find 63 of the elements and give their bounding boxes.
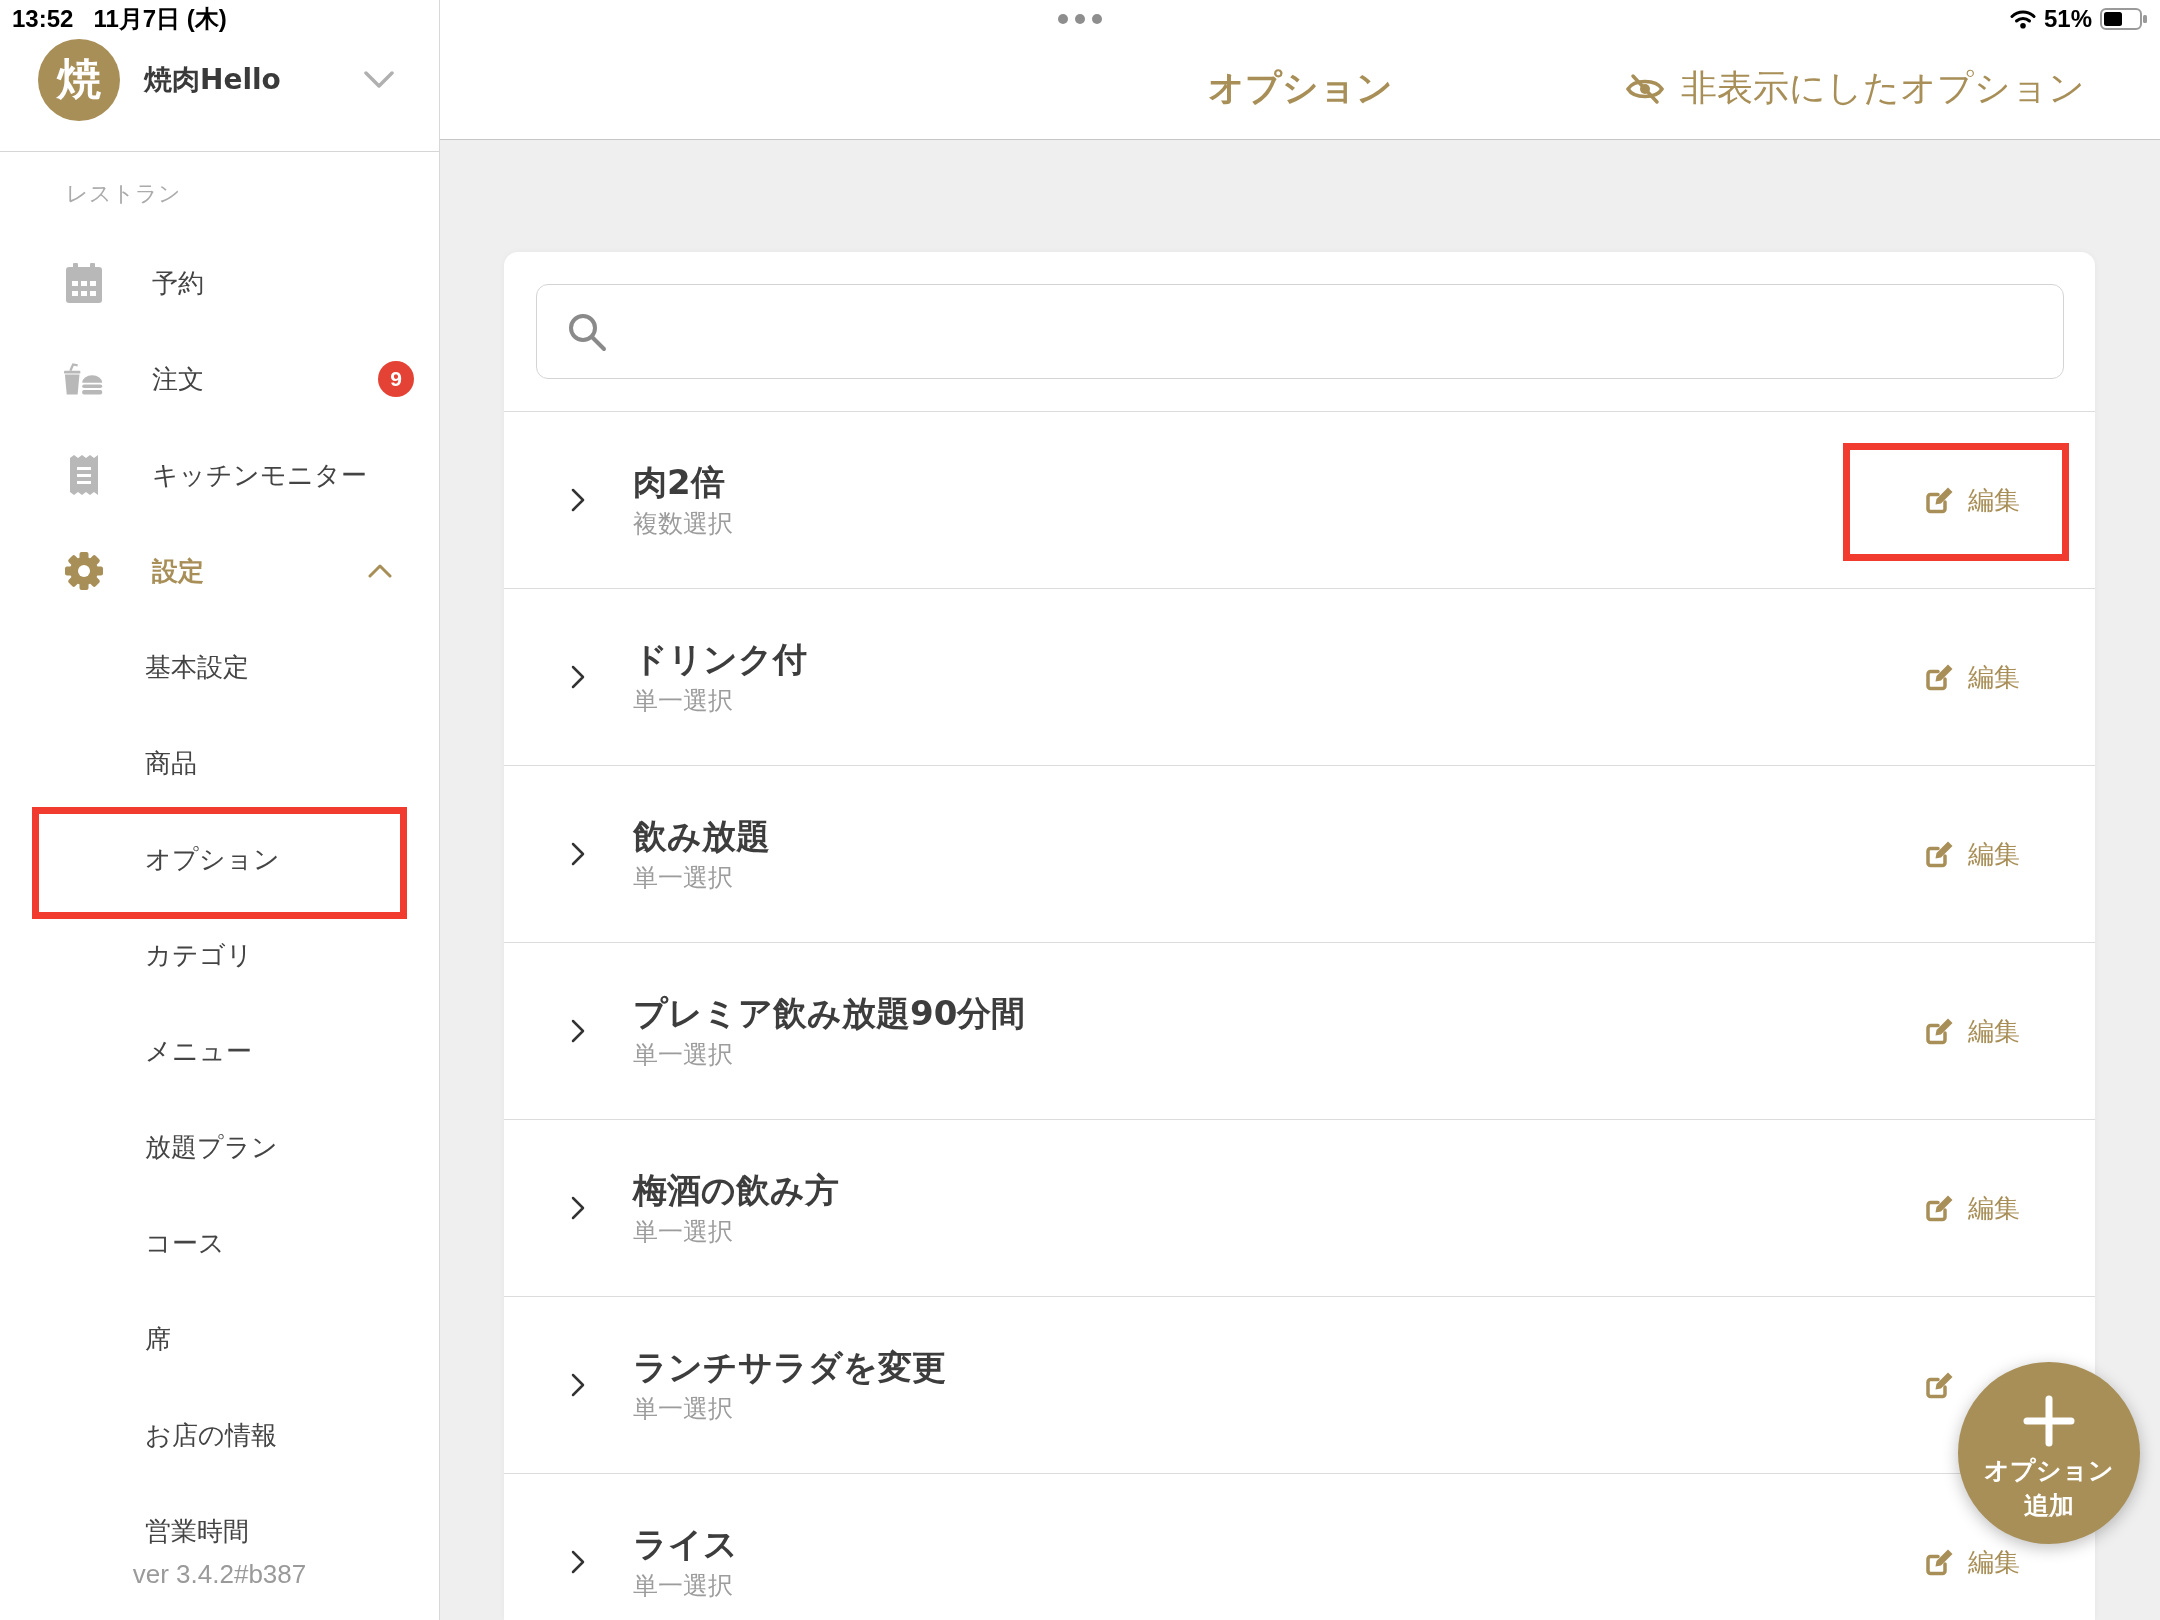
sidebar-subitem[interactable]: コース bbox=[145, 1225, 225, 1261]
edit-icon bbox=[1926, 663, 1954, 691]
battery-percent: 51% bbox=[2043, 5, 2092, 33]
edit-icon bbox=[1926, 1017, 1954, 1045]
sidebar-item[interactable]: 予約 bbox=[64, 263, 416, 303]
cup-and-burger-icon bbox=[64, 362, 104, 396]
option-name: ドリンク付 bbox=[633, 638, 807, 681]
status-time: 13:52 bbox=[12, 5, 74, 33]
search-icon bbox=[567, 311, 607, 352]
chevron-right-icon[interactable] bbox=[571, 1373, 585, 1397]
option-type: 単一選択 bbox=[633, 1393, 733, 1425]
option-type: 単一選択 bbox=[633, 685, 733, 717]
sidebar-subitem[interactable]: 商品 bbox=[145, 745, 197, 781]
option-type: 複数選択 bbox=[633, 508, 733, 540]
chevron-right-icon[interactable] bbox=[571, 488, 585, 512]
option-name: ライス bbox=[633, 1523, 738, 1566]
plus-icon bbox=[2023, 1395, 2075, 1447]
option-type: 単一選択 bbox=[633, 1570, 733, 1602]
search-field[interactable] bbox=[536, 284, 2064, 379]
chevron-icon[interactable] bbox=[368, 564, 392, 578]
chevron-right-icon[interactable] bbox=[571, 1550, 585, 1574]
sidebar-subitem[interactable]: オプション bbox=[145, 841, 280, 877]
sidebar-subitem[interactable]: 営業時間 bbox=[145, 1513, 249, 1549]
sidebar-subitem[interactable]: カテゴリ bbox=[145, 937, 253, 973]
edit-icon bbox=[1926, 1194, 1954, 1222]
sidebar-subitem[interactable]: メニュー bbox=[145, 1033, 252, 1069]
edit-button[interactable] bbox=[1926, 1371, 1954, 1399]
edit-icon bbox=[1926, 840, 1954, 868]
version-label: ver 3.4.2#b387 bbox=[132, 1558, 307, 1590]
option-name: 梅酒の飲み方 bbox=[633, 1169, 839, 1212]
option-type: 単一選択 bbox=[633, 862, 733, 894]
chevron-right-icon[interactable] bbox=[571, 1196, 585, 1220]
sidebar-item[interactable]: 注文 9 bbox=[64, 359, 416, 399]
receipt-icon bbox=[70, 455, 98, 495]
option-name: ランチサラダを変更 bbox=[633, 1346, 946, 1389]
edit-icon bbox=[1926, 1371, 1954, 1399]
wifi-icon bbox=[2009, 9, 2036, 29]
option-name: プレミア飲み放題90分間 bbox=[633, 992, 1026, 1035]
chevron-right-icon[interactable] bbox=[571, 842, 585, 866]
three-dots-icon[interactable] bbox=[1058, 14, 1102, 24]
page-title: オプション bbox=[1207, 66, 1393, 110]
edit-icon bbox=[1926, 486, 1954, 514]
chevron-right-icon[interactable] bbox=[571, 665, 585, 689]
calendar-icon bbox=[66, 263, 102, 303]
restaurant-name: 焼肉Hello bbox=[144, 61, 281, 98]
sidebar-subitem[interactable]: 基本設定 bbox=[145, 649, 249, 685]
sidebar-item[interactable]: キッチンモニター bbox=[64, 455, 416, 495]
option-type: 単一選択 bbox=[633, 1216, 733, 1248]
edit-icon bbox=[1926, 1548, 1954, 1576]
option-name: 肉2倍 bbox=[633, 461, 725, 504]
eye-slash-icon bbox=[1626, 72, 1664, 105]
gear-icon bbox=[64, 551, 104, 591]
section-label: レストラン bbox=[66, 180, 181, 208]
battery-icon bbox=[2100, 8, 2148, 30]
sidebar-subitem[interactable]: 席 bbox=[145, 1321, 171, 1357]
count-badge: 9 bbox=[378, 361, 414, 397]
chevron-right-icon[interactable] bbox=[571, 1019, 585, 1043]
sidebar-subitem[interactable]: お店の情報 bbox=[145, 1417, 277, 1453]
option-type: 単一選択 bbox=[633, 1039, 733, 1071]
status-date: 11月7日 (木) bbox=[93, 4, 227, 34]
option-name: 飲み放題 bbox=[633, 815, 770, 858]
sidebar-subitem[interactable]: 放題プラン bbox=[145, 1129, 278, 1165]
avatar: 焼 bbox=[38, 38, 120, 121]
